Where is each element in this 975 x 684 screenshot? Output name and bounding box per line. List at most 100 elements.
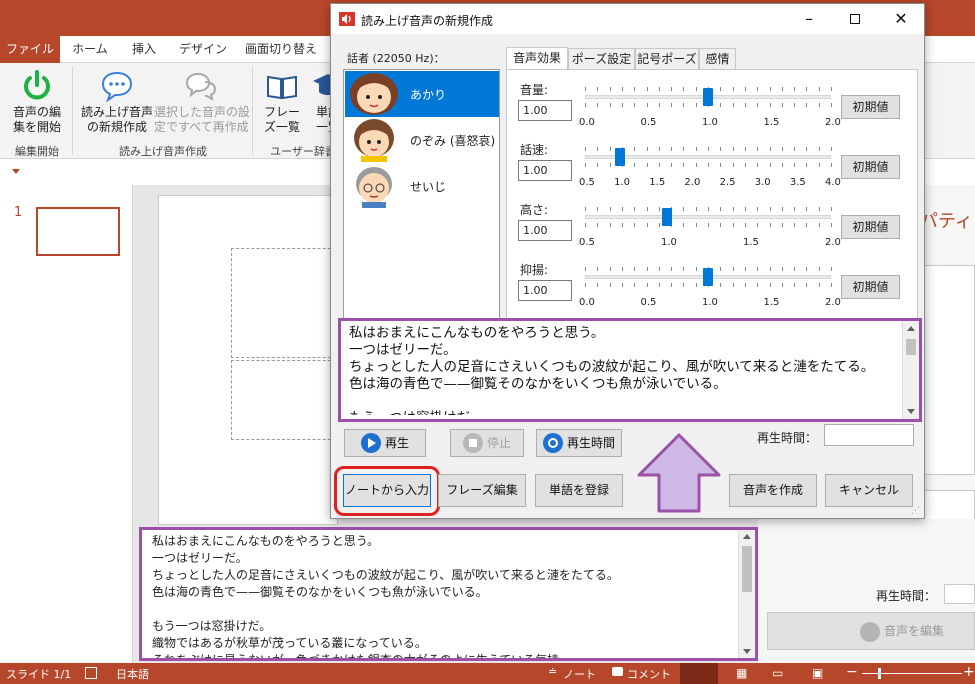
speaker-item-seiji[interactable]: せいじ	[345, 163, 499, 209]
slider-label: 抑揚:	[520, 263, 549, 277]
tab-file[interactable]: ファイル	[0, 36, 60, 63]
spellcheck-icon[interactable]	[85, 667, 97, 679]
slider-value-input[interactable]: 1.00	[518, 280, 572, 301]
title-placeholder[interactable]	[231, 248, 341, 358]
slider-track[interactable]	[585, 215, 831, 219]
slider-tick	[634, 163, 635, 167]
phrase-list-button[interactable]: フレー ズ一覧	[258, 69, 306, 135]
slider-thumb[interactable]	[703, 268, 713, 286]
minimize-icon[interactable]: –	[786, 4, 832, 34]
slider-tick	[806, 223, 807, 227]
slider-tick	[733, 223, 734, 227]
notes-pane[interactable]: 私はおまえにこんなものをやろうと思う。 一つはゼリーだ。 ちょっとした人の足音に…	[139, 527, 758, 661]
slider-tick	[659, 207, 660, 211]
close-icon[interactable]: ✕	[878, 4, 924, 34]
slider-tick	[794, 283, 795, 287]
zoom-out-icon[interactable]: −	[846, 664, 858, 680]
notes-text[interactable]: 私はおまえにこんなものをやろうと思う。 一つはゼリーだ。 ちょっとした人の足音に…	[152, 533, 737, 658]
reading-text-box[interactable]: 私はおまえにこんなものをやろうと思う。 一つはゼリーだ。 ちょっとした人の足音に…	[338, 318, 922, 422]
slider-value-input[interactable]: 1.00	[518, 220, 572, 241]
scroll-thumb[interactable]	[742, 546, 752, 592]
slider-tick	[831, 207, 832, 211]
reset-button[interactable]: 初期値	[841, 275, 900, 299]
tab-symbol-pause[interactable]: 記号ポーズ	[635, 48, 699, 69]
reset-button[interactable]: 初期値	[841, 95, 900, 119]
scroll-up-icon[interactable]	[907, 326, 915, 331]
reading-text[interactable]: 私はおまえにこんなものをやろうと思う。 一つはゼリーだ。 ちょっとした人の足音に…	[349, 325, 889, 415]
recreate-all-label: 選択した音声の設 定ですべて再作成	[154, 105, 251, 134]
scroll-down-icon[interactable]	[907, 409, 915, 414]
slider-tick-label: 0.0	[579, 117, 595, 128]
stop-button[interactable]: 停止	[450, 429, 524, 457]
speaker-list[interactable]: あかり のぞみ (喜怒哀) せいじ	[343, 69, 500, 321]
cancel-button[interactable]: キャンセル	[825, 474, 913, 507]
audio-effects-panel: 音量: 1.00 0.0 0.5 1.0 1.5 2.0 初期値 話速: 1.00 0.5 1.0 1.…	[506, 69, 918, 321]
slider-thumb[interactable]	[703, 88, 713, 106]
tab-home[interactable]: ホーム	[66, 36, 114, 63]
slide-canvas[interactable]	[158, 195, 341, 525]
scroll-down-icon[interactable]	[743, 649, 751, 654]
scroll-up-icon[interactable]	[743, 534, 751, 539]
slider-tick-label: 1.0	[661, 237, 677, 248]
slider-value-input[interactable]: 1.00	[518, 100, 572, 121]
slider-value-input[interactable]: 1.00	[518, 160, 572, 181]
speaker-item-akari[interactable]: あかり	[345, 71, 499, 117]
reset-button[interactable]: 初期値	[841, 215, 900, 239]
slider-thumb[interactable]	[615, 148, 626, 166]
notes-scrollbar[interactable]	[738, 530, 755, 658]
edit-audio-button[interactable]: 音声を編集	[767, 612, 975, 650]
reset-button[interactable]: 初期値	[841, 155, 900, 179]
edit-audio-label: 音声を編集	[884, 624, 945, 638]
slider-tick	[806, 267, 807, 271]
slider-tick	[819, 267, 820, 271]
start-edit-button[interactable]: 音声の編 集を開始	[6, 69, 68, 135]
dropdown-arrow-icon[interactable]	[12, 169, 20, 174]
slider-tick	[806, 163, 807, 167]
zoom-slider-thumb[interactable]	[878, 668, 881, 679]
new-reading-button[interactable]: 読み上げ音声 の新規作成	[78, 69, 156, 135]
comments-toggle[interactable]: コメント	[627, 666, 671, 682]
create-audio-button[interactable]: 音声を作成	[729, 474, 817, 507]
zoom-in-icon[interactable]: +	[963, 664, 975, 680]
resize-grip-icon[interactable]: ⋰	[911, 506, 921, 516]
scroll-thumb[interactable]	[906, 339, 916, 355]
phrase-edit-button[interactable]: フレーズ編集	[438, 474, 526, 507]
slider-tick	[597, 103, 598, 107]
recreate-all-button[interactable]: 選択した音声の設 定ですべて再作成	[154, 69, 251, 135]
tab-audio-effects[interactable]: 音声効果	[506, 47, 568, 70]
tab-design[interactable]: デザイン	[174, 36, 232, 63]
tab-pause-settings[interactable]: ポーズ設定	[568, 48, 635, 69]
slide-thumbnail[interactable]	[36, 207, 120, 256]
slide-number: 1	[14, 205, 23, 220]
slider-thumb[interactable]	[662, 208, 672, 226]
speaker-item-nozomi[interactable]: のぞみ (喜怒哀)	[345, 117, 499, 163]
slider-tick	[647, 267, 648, 271]
slideshow-icon[interactable]: ▣	[812, 666, 823, 680]
taskpane-play-time-label: 再生時間：	[876, 589, 937, 603]
language-indicator[interactable]: 日本語	[116, 666, 149, 682]
slider-tick	[770, 87, 771, 91]
slider-tick	[610, 147, 611, 151]
subtitle-placeholder[interactable]	[231, 360, 341, 440]
slide-sorter-icon[interactable]: ▦	[736, 666, 747, 680]
play-button[interactable]: 再生	[344, 429, 426, 457]
slider-tick	[683, 267, 684, 271]
from-notes-button[interactable]: ノートから入力	[343, 474, 431, 507]
tab-insert[interactable]: 挿入	[122, 36, 166, 63]
slider-tick	[720, 207, 721, 211]
normal-view-icon[interactable]	[680, 663, 718, 684]
reading-view-icon[interactable]: ▭	[772, 666, 783, 680]
slider-tick	[671, 163, 672, 167]
reading-text-scrollbar[interactable]	[902, 321, 919, 419]
slider-tick	[733, 207, 734, 211]
slider-tick	[659, 87, 660, 91]
notes-toggle[interactable]: ノート	[563, 666, 596, 682]
tab-emotion[interactable]: 感情	[699, 48, 736, 69]
play-time-button[interactable]: 再生時間	[536, 429, 622, 457]
slider-tick	[634, 283, 635, 287]
slider-tick	[733, 267, 734, 271]
zoom-slider[interactable]	[862, 673, 962, 674]
register-word-button[interactable]: 単語を登録	[535, 474, 623, 507]
tab-transitions[interactable]: 画面切り替え	[240, 36, 322, 63]
maximize-icon[interactable]	[832, 4, 878, 34]
